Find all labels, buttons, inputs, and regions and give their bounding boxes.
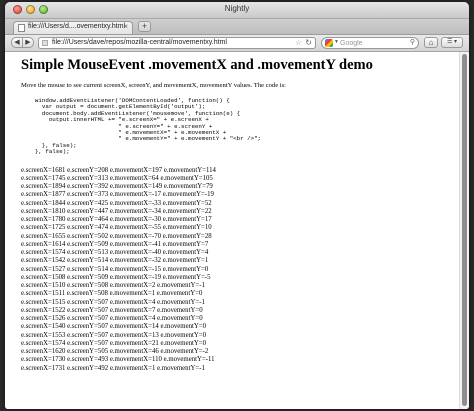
output-line: e.screenX=1522 e.screenY=507 e.movementX… (21, 306, 203, 314)
search-icon[interactable]: ⚲ (410, 38, 415, 46)
output-line: e.screenX=1877 e.screenY=373 e.movementX… (21, 191, 214, 199)
page-icon (18, 24, 25, 32)
navigation-toolbar: ◀ ▶ file:///Users/dave/repos/mozilla-cen… (5, 35, 469, 52)
close-icon[interactable]: × (123, 22, 128, 31)
page-title: Simple MouseEvent .movementX and .moveme… (21, 57, 373, 73)
output-line: e.screenX=1810 e.screenY=447 e.movementX… (21, 207, 212, 215)
window-title: Nightly (224, 4, 250, 13)
google-engine-icon[interactable] (325, 39, 333, 47)
output-line: e.screenX=1681 e.screenY=208 e.movementX… (21, 166, 216, 174)
document-body: Simple MouseEvent .movementX and .moveme… (21, 52, 455, 373)
output-line: e.screenX=1553 e.screenY=507 e.movementX… (21, 331, 207, 339)
chevron-down-icon[interactable]: ▼ (334, 39, 339, 45)
title-bar: Nightly (5, 2, 469, 19)
vertical-scrollbar[interactable] (459, 52, 469, 409)
search-input[interactable] (340, 38, 406, 48)
output-line: e.screenX=1527 e.screenY=514 e.movementX… (21, 265, 209, 273)
output-line: e.screenX=1526 e.screenY=507 e.movementX… (21, 315, 203, 323)
output-line: e.screenX=1894 e.screenY=392 e.movementX… (21, 183, 213, 191)
browser-window: Nightly file:///Users/d....ovementxy.htm… (5, 2, 469, 409)
url-text[interactable]: file:///Users/dave/repos/mozilla-central… (52, 39, 227, 46)
output-line: e.screenX=1844 e.screenY=425 e.movementX… (21, 199, 212, 207)
output-line: e.screenX=1731 e.screenY=492 e.movementX… (21, 364, 205, 372)
page-icon (42, 40, 48, 46)
output-line: e.screenX=1510 e.screenY=508 e.movementX… (21, 282, 205, 290)
output-line: e.screenX=1515 e.screenY=507 e.movementX… (21, 298, 205, 306)
output-line: e.screenX=1542 e.screenY=514 e.movementX… (21, 257, 209, 265)
menu-button[interactable]: ☰ ▾ (441, 37, 463, 48)
scrollbar-thumb[interactable] (462, 54, 467, 406)
tab-bar: file:///Users/d....ovementxy.html × + (5, 19, 469, 35)
output-line: e.screenX=1725 e.screenY=474 e.movementX… (21, 224, 212, 232)
output-line: e.screenX=1620 e.screenY=505 e.movementX… (21, 348, 209, 356)
page-content: Simple MouseEvent .movementX and .moveme… (5, 52, 469, 409)
output-line: e.screenX=1730 e.screenY=493 e.movementX… (21, 356, 215, 364)
output-line: e.screenX=1655 e.screenY=502 e.movementX… (21, 232, 212, 240)
bookmark-star-icon[interactable]: ☆ (295, 38, 302, 47)
output-line: e.screenX=1508 e.screenY=509 e.movementX… (21, 273, 211, 281)
output-line: e.screenX=1540 e.screenY=507 e.movementX… (21, 323, 207, 331)
tab-movementxy[interactable]: file:///Users/d....ovementxy.html × (13, 21, 133, 34)
home-button[interactable]: ⌂ (424, 37, 438, 48)
reload-icon[interactable]: ↻ (305, 38, 312, 47)
tab-label: file:///Users/d....ovementxy.html (28, 23, 126, 30)
search-bar[interactable]: ▼ ⚲ (321, 37, 419, 49)
output-line: e.screenX=1574 e.screenY=513 e.movementX… (21, 249, 209, 257)
intro-text: Move the mouse to see current screenX, s… (21, 82, 287, 89)
output-line: e.screenX=1780 e.screenY=464 e.movementX… (21, 216, 212, 224)
output-line: e.screenX=1511 e.screenY=508 e.movementX… (21, 290, 203, 298)
code-block: window.addEventListener('DOMContentLoade… (34, 97, 262, 156)
forward-button[interactable]: ▶ (22, 37, 34, 48)
output-line: e.screenX=1614 e.screenY=509 e.movementX… (21, 240, 209, 248)
output-line: e.screenX=1745 e.screenY=313 e.movementX… (21, 174, 213, 182)
new-tab-button[interactable]: + (138, 21, 151, 32)
output-log: e.screenX=1681 e.screenY=208 e.movementX… (21, 167, 455, 373)
output-line: e.screenX=1574 e.screenY=507 e.movementX… (21, 339, 207, 347)
url-bar[interactable]: file:///Users/dave/repos/mozilla-central… (38, 37, 316, 49)
